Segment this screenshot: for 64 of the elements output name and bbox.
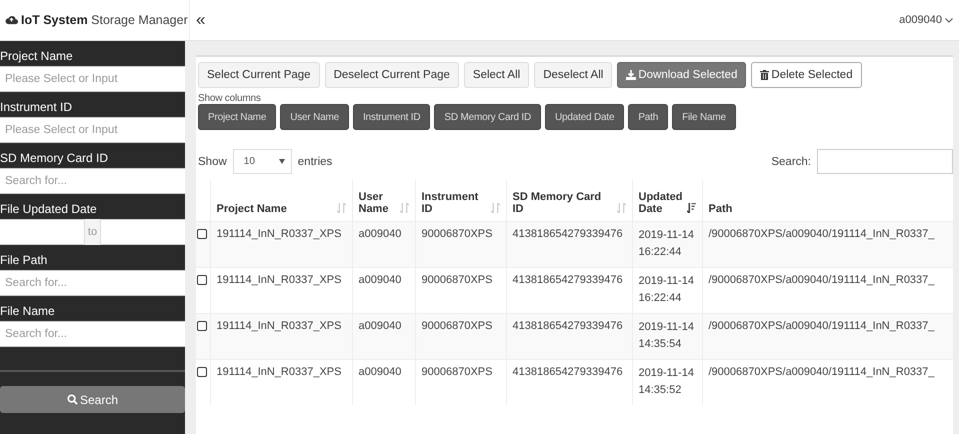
row-checkbox[interactable] [197, 274, 207, 284]
table-cell: 413818654279339476 [506, 359, 632, 405]
entries-label: entries [298, 156, 332, 168]
table-cell: /90006870XPS/a009040/191114_InN_R0337_ [702, 221, 953, 267]
filter-input[interactable]: Search for... [0, 270, 185, 296]
filter-input[interactable]: Please Select or Input [0, 117, 185, 143]
toolbar-button[interactable]: Deselect Current Page [324, 62, 459, 88]
search-label: Search: [771, 156, 811, 168]
search-icon [66, 394, 78, 405]
toolbar-button[interactable]: Deselect All [534, 62, 612, 88]
table-cell: 2019-11-14 14:35:54 [632, 313, 702, 359]
entries-select[interactable]: 10 [232, 149, 292, 174]
download-button[interactable]: Download Selected [617, 62, 746, 88]
filter-label: Project Name [0, 48, 74, 65]
delete-button[interactable]: Delete Selected [751, 62, 862, 88]
column-toggle[interactable]: Project Name [198, 104, 276, 130]
show-label: Show [198, 156, 227, 168]
collapse-sidebar-button[interactable]: « [190, 5, 212, 35]
search-button[interactable]: Search [0, 386, 185, 413]
toolbar-button[interactable]: Select All [464, 62, 530, 88]
date-from-field[interactable] [0, 219, 84, 245]
table-cell: 191114_InN_R0337_XPS [210, 359, 352, 405]
filter-label: SD Memory Card ID [0, 150, 110, 167]
table-cell: 191114_InN_R0337_XPS [210, 221, 352, 267]
column-toggle[interactable]: Updated Date [545, 104, 624, 130]
table-cell: 90006870XPS [415, 359, 506, 405]
table-cell: a009040 [352, 359, 415, 405]
table-cell: 413818654279339476 [506, 313, 632, 359]
app-title: IoT System Storage Manager [21, 13, 188, 27]
table-cell: 90006870XPS [415, 221, 506, 267]
table-cell: /90006870XPS/a009040/191114_InN_R0337_ [702, 359, 953, 405]
cloud-icon [5, 15, 18, 25]
filter-input[interactable]: Search for... [0, 321, 185, 347]
filter-label: File Name [0, 303, 56, 320]
show-columns-label: Show columns [197, 93, 262, 104]
column-toggle[interactable]: File Name [672, 104, 736, 130]
search-field[interactable] [817, 149, 953, 174]
table-cell: 191114_InN_R0337_XPS [210, 313, 352, 359]
date-to-field[interactable] [101, 219, 185, 245]
filter-input[interactable]: Search for... [0, 168, 185, 194]
filter-input[interactable]: Please Select or Input [0, 66, 185, 92]
row-checkbox[interactable] [197, 320, 207, 330]
row-checkbox[interactable] [197, 228, 207, 238]
column-toggle[interactable]: Instrument ID [352, 104, 430, 130]
table-cell: 2019-11-14 14:35:52 [632, 359, 702, 405]
row-checkbox[interactable] [197, 366, 207, 376]
table-cell: a009040 [352, 221, 415, 267]
trash-icon [760, 70, 770, 80]
caret-icon [278, 159, 285, 164]
table-cell: /90006870XPS/a009040/191114_InN_R0337_ [702, 313, 953, 359]
filter-label: Instrument ID [0, 99, 74, 116]
filter-label: File Updated Date [0, 201, 98, 218]
column-toggle[interactable]: SD Memory Card ID [434, 104, 542, 130]
column-toggle[interactable]: User Name [280, 104, 349, 130]
download-icon [626, 70, 636, 80]
toolbar-button[interactable]: Select Current Page [198, 62, 320, 88]
to-label: to [84, 219, 101, 245]
table-cell: 90006870XPS [415, 313, 506, 359]
column-toggle[interactable]: Path [628, 104, 668, 130]
filter-label: File Path [0, 252, 48, 269]
table-cell: 2019-11-14 16:22:44 [632, 221, 702, 267]
table-cell: a009040 [352, 313, 415, 359]
table-cell: 413818654279339476 [506, 221, 632, 267]
user-menu[interactable]: a009040 [899, 14, 959, 26]
